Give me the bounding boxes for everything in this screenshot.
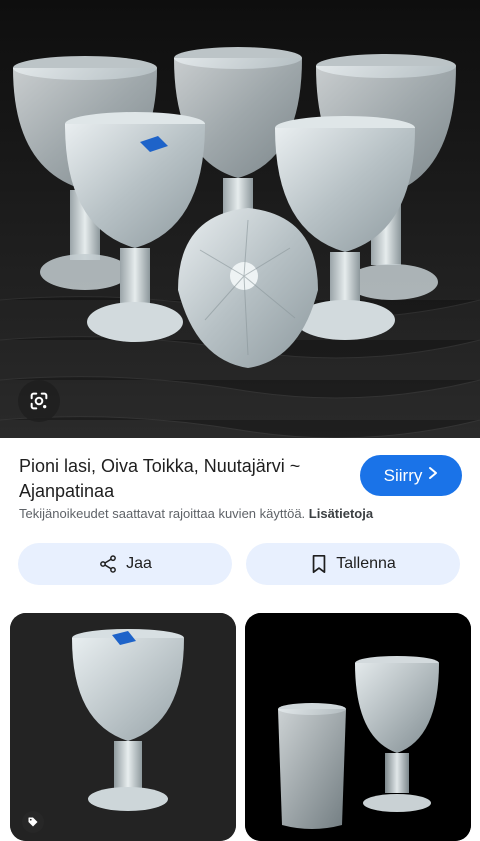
tag-icon — [28, 817, 38, 827]
chevron-right-icon — [428, 466, 438, 485]
google-lens-button[interactable] — [18, 380, 60, 422]
related-image-2[interactable] — [245, 613, 471, 841]
glassware-photo — [0, 0, 480, 438]
copyright-text: Tekijänoikeudet saattavat rajoittaa kuvi… — [19, 506, 306, 521]
goblet-photo — [10, 613, 236, 841]
copyright-notice: Tekijänoikeudet saattavat rajoittaa kuvi… — [19, 506, 469, 521]
glass-pair-photo — [245, 613, 471, 841]
result-title-block: Pioni lasi, Oiva Toikka, Nuutajärvi ~ Aj… — [19, 454, 349, 504]
related-image-1[interactable] — [10, 613, 236, 841]
result-title[interactable]: Pioni lasi, Oiva Toikka, Nuutajärvi ~ Aj… — [19, 454, 349, 504]
share-label: Jaa — [126, 555, 152, 572]
share-icon — [100, 555, 117, 573]
tag-badge — [22, 811, 44, 833]
visit-button[interactable]: Siirry — [360, 455, 462, 496]
share-button[interactable]: Jaa — [18, 543, 232, 585]
main-image[interactable] — [0, 0, 480, 438]
more-info-link[interactable]: Lisätietoja — [309, 506, 373, 521]
bookmark-icon — [312, 554, 326, 574]
visit-label: Siirry — [383, 465, 423, 485]
google-lens-icon — [30, 392, 48, 410]
save-label: Tallenna — [336, 555, 396, 572]
save-button[interactable]: Tallenna — [246, 543, 460, 585]
